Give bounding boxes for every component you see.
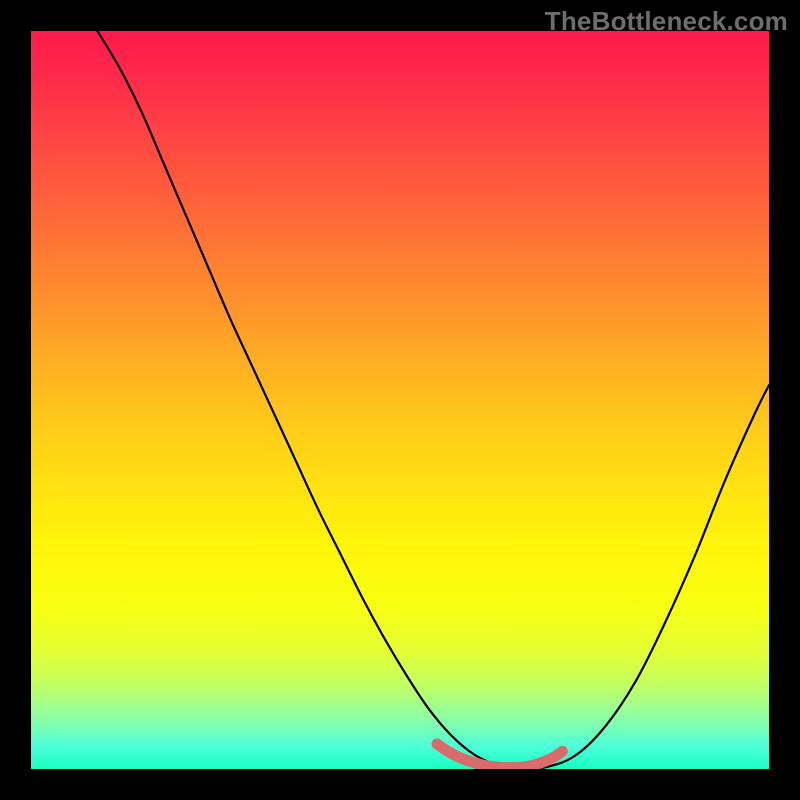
optimal-zone-path bbox=[437, 744, 562, 768]
watermark-text: TheBottleneck.com bbox=[545, 6, 788, 37]
bottleneck-curve-path bbox=[97, 31, 769, 769]
curve-layer bbox=[31, 31, 769, 769]
chart-frame: TheBottleneck.com bbox=[0, 0, 800, 800]
plot-area bbox=[31, 31, 769, 769]
